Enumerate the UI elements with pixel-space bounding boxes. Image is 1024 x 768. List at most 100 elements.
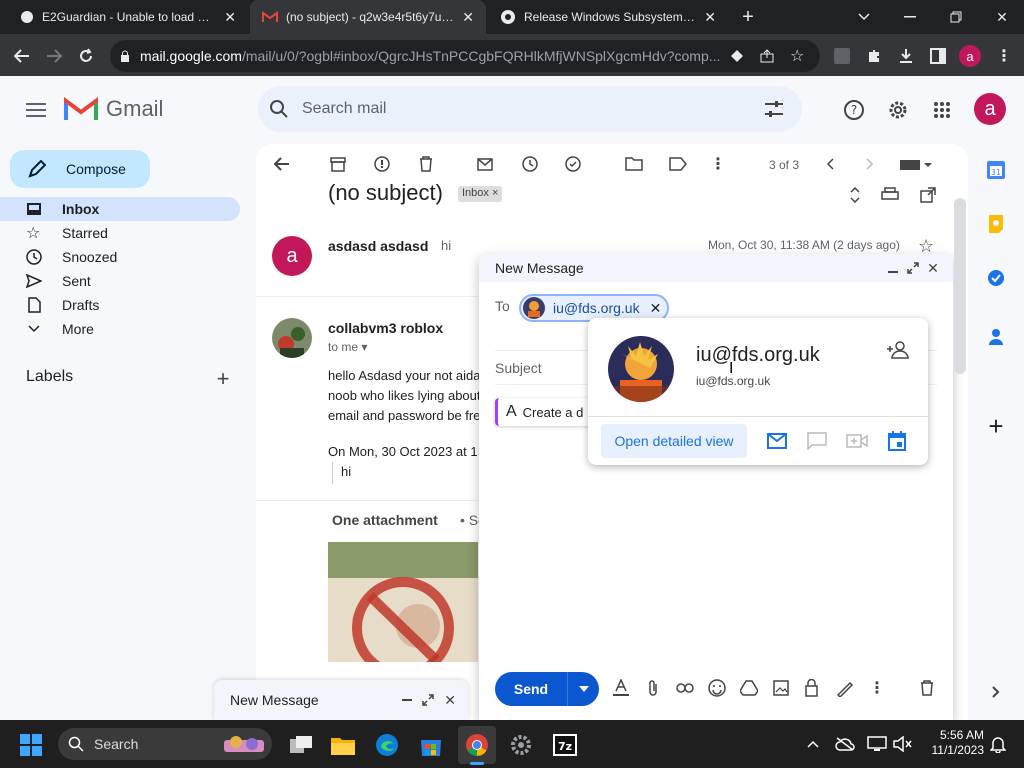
bookmark-star-icon[interactable]: ☆	[790, 46, 804, 66]
tasks-icon[interactable]	[986, 268, 1006, 288]
close-tab-icon[interactable]: ✕	[704, 9, 716, 26]
sidebar-item-more[interactable]: More	[0, 317, 240, 341]
extension-icon[interactable]	[832, 46, 852, 66]
recipient-summary[interactable]: to me ▾	[328, 340, 367, 354]
compose-header[interactable]: New Message	[479, 254, 953, 282]
sidebar-item-starred[interactable]: ☆ Starred	[0, 221, 240, 245]
sender-avatar[interactable]	[272, 318, 312, 358]
subject-input[interactable]: Subject	[495, 360, 542, 376]
formatting-options-icon[interactable]	[611, 678, 631, 698]
sender-avatar[interactable]: a	[272, 236, 312, 276]
insert-link-icon[interactable]	[675, 678, 695, 698]
tab-gmail[interactable]: (no subject) - q2w3e4r5t6y7u8i9 ✕	[250, 0, 486, 34]
send-options-icon[interactable]	[567, 672, 599, 706]
taskbar-clock[interactable]: 5:56 AM 11/1/2023	[920, 728, 985, 758]
new-tab-icon[interactable]: +	[736, 6, 760, 28]
sidebar-item-snoozed[interactable]: Snoozed	[0, 245, 240, 269]
tab-search-icon[interactable]	[852, 6, 876, 28]
forward-icon[interactable]	[42, 44, 66, 68]
remove-recipient-icon[interactable]: ✕	[650, 300, 662, 317]
download-icon[interactable]	[896, 46, 916, 66]
minimize-window-icon[interactable]	[898, 6, 922, 28]
more-options-icon[interactable]: ⋮	[867, 678, 887, 698]
restore-window-icon[interactable]	[944, 6, 968, 28]
open-new-window-icon[interactable]	[918, 186, 938, 204]
settings-gear-icon[interactable]	[508, 732, 534, 758]
move-to-icon[interactable]	[624, 154, 644, 174]
search-icon[interactable]	[270, 100, 288, 118]
contacts-icon[interactable]	[986, 326, 1006, 346]
close-tab-icon[interactable]: ✕	[224, 9, 236, 26]
address-bar[interactable]: mail.google.com/mail/u/0/?ogbl#inbox/Qgr…	[110, 40, 820, 72]
older-icon[interactable]	[860, 154, 880, 174]
sidebar-item-sent[interactable]: Sent	[0, 269, 240, 293]
scrollbar-thumb[interactable]	[954, 198, 966, 374]
show-hidden-icons-icon[interactable]	[804, 736, 822, 752]
archive-icon[interactable]	[328, 154, 348, 174]
close-tab-icon[interactable]: ✕	[462, 9, 474, 26]
tab-e2guardian[interactable]: E2Guardian - Unable to load web ✕	[8, 0, 248, 34]
restore-compose-icon[interactable]	[402, 695, 413, 705]
settings-gear-icon[interactable]	[886, 98, 910, 122]
keyboard-icon[interactable]	[898, 156, 934, 174]
help-icon[interactable]: ?	[842, 98, 866, 122]
add-label-icon[interactable]: +	[212, 366, 234, 391]
signature-icon[interactable]	[835, 678, 855, 698]
search-options-icon[interactable]	[764, 100, 784, 118]
taskbar-search[interactable]: Search	[58, 728, 272, 760]
insert-photo-icon[interactable]	[771, 678, 791, 698]
video-call-icon[interactable]	[846, 432, 868, 450]
send-button[interactable]: Send	[495, 672, 599, 706]
chat-icon[interactable]	[806, 432, 828, 450]
main-menu-icon[interactable]	[22, 96, 50, 124]
file-explorer-icon[interactable]	[330, 732, 356, 758]
browser-menu-icon[interactable]: ⋮	[994, 46, 1014, 66]
microsoft-store-icon[interactable]	[418, 732, 444, 758]
calendar-icon[interactable]: 31	[986, 160, 1006, 180]
back-to-inbox-icon[interactable]	[272, 154, 292, 174]
cloud-offline-icon[interactable]	[834, 734, 856, 754]
message-sender[interactable]: asdasd asdasd	[328, 238, 428, 254]
attach-file-icon[interactable]	[643, 678, 663, 698]
puzzle-icon[interactable]	[864, 46, 884, 66]
close-compose-icon[interactable]: ✕	[444, 692, 456, 709]
expand-all-icon[interactable]	[846, 186, 864, 204]
discard-draft-icon[interactable]	[917, 678, 937, 698]
account-avatar[interactable]: a	[974, 93, 1006, 125]
display-icon[interactable]	[866, 734, 888, 754]
delete-icon[interactable]	[416, 154, 436, 174]
add-contact-icon[interactable]	[886, 340, 910, 360]
inbox-label-chip[interactable]: Inbox ×	[458, 186, 503, 202]
expand-side-panel-icon[interactable]	[986, 682, 1006, 702]
notification-bell-icon[interactable]	[988, 734, 1008, 754]
close-window-icon[interactable]: ✕	[990, 6, 1014, 28]
attachment-thumbnail[interactable]	[328, 542, 478, 662]
search-bar[interactable]: Search mail	[258, 86, 802, 132]
task-view-icon[interactable]	[288, 732, 314, 758]
minimized-compose-window[interactable]: New Message ✕	[214, 680, 468, 720]
snooze-icon[interactable]	[520, 154, 540, 174]
gmail-logo-icon[interactable]	[64, 96, 98, 122]
fullscreen-compose-icon[interactable]	[422, 694, 435, 706]
apps-grid-icon[interactable]	[930, 98, 954, 122]
side-panel-icon[interactable]	[928, 46, 948, 66]
get-add-ons-icon[interactable]: +	[982, 411, 1010, 441]
fullscreen-compose-icon[interactable]	[905, 260, 921, 276]
more-actions-icon[interactable]: ⋮	[708, 154, 728, 174]
message-sender[interactable]: collabvm3 roblox	[328, 320, 443, 336]
browser-profile-avatar[interactable]: a	[959, 45, 981, 67]
tab-github[interactable]: Release Windows Subsystem For ✕	[488, 0, 728, 34]
emoji-icon[interactable]	[707, 678, 727, 698]
keep-icon[interactable]	[986, 214, 1006, 234]
open-detailed-view-button[interactable]: Open detailed view	[601, 424, 747, 458]
sidebar-item-drafts[interactable]: Drafts	[0, 293, 240, 317]
lens-icon[interactable]	[730, 49, 744, 63]
edge-browser-icon[interactable]	[374, 732, 400, 758]
back-icon[interactable]	[10, 44, 34, 68]
gmail-wordmark[interactable]: Gmail	[106, 96, 163, 122]
google-drive-icon[interactable]	[739, 678, 759, 698]
7zip-icon[interactable]: 7z	[552, 732, 578, 758]
send-email-icon[interactable]	[766, 432, 788, 450]
compose-button[interactable]: Compose	[10, 150, 150, 188]
add-to-tasks-icon[interactable]	[564, 154, 584, 174]
